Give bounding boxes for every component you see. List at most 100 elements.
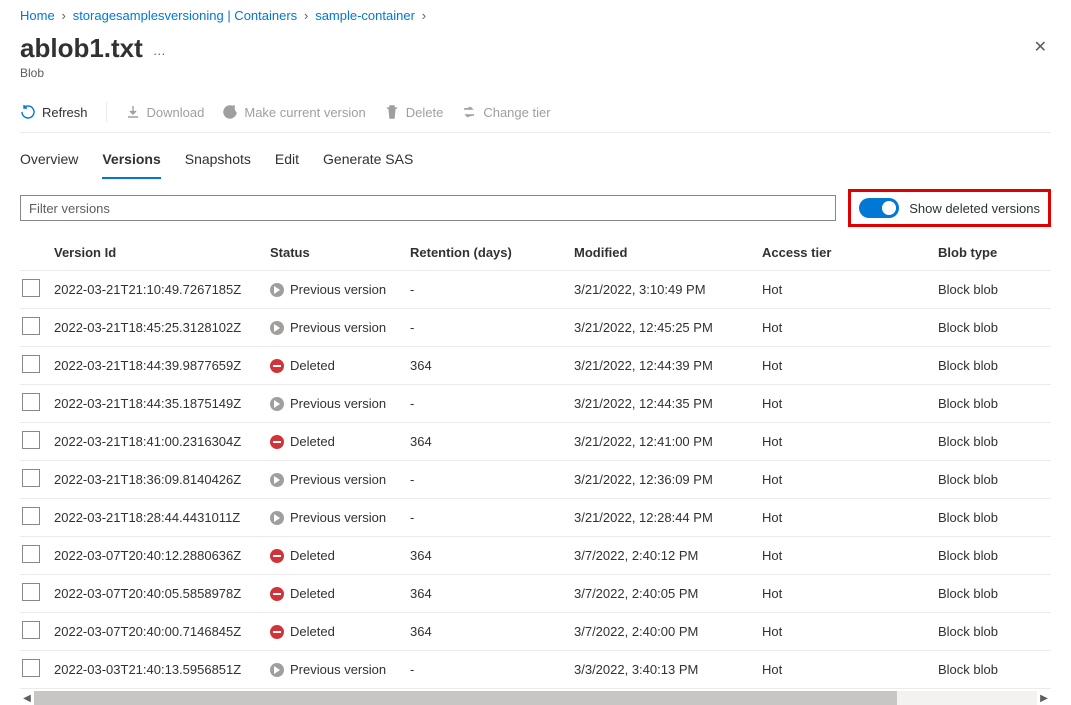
cell-modified: 3/21/2022, 12:28:44 PM bbox=[574, 499, 762, 537]
cell-status: Deleted bbox=[270, 537, 410, 575]
cell-modified: 3/21/2022, 3:10:49 PM bbox=[574, 271, 762, 309]
cell-blob-type: Block blob bbox=[938, 461, 1051, 499]
tab-edit[interactable]: Edit bbox=[275, 147, 299, 179]
previous-version-icon bbox=[270, 663, 284, 677]
cell-status: Deleted bbox=[270, 423, 410, 461]
previous-version-icon bbox=[270, 511, 284, 525]
cell-blob-type: Block blob bbox=[938, 423, 1051, 461]
table-row[interactable]: 2022-03-21T18:28:44.4431011ZPrevious ver… bbox=[20, 499, 1051, 537]
cell-version-id: 2022-03-21T18:41:00.2316304Z bbox=[54, 423, 270, 461]
col-access-tier[interactable]: Access tier bbox=[762, 235, 938, 271]
tab-snapshots[interactable]: Snapshots bbox=[185, 147, 251, 179]
more-icon[interactable]: … bbox=[153, 33, 167, 58]
col-version-id[interactable]: Version Id bbox=[54, 235, 270, 271]
breadcrumb-home[interactable]: Home bbox=[20, 8, 55, 23]
horizontal-scrollbar[interactable]: ◀ ▶ bbox=[20, 691, 1051, 705]
toolbar: Refresh Download Make current version De… bbox=[20, 94, 1051, 133]
row-checkbox[interactable] bbox=[22, 431, 40, 449]
table-row[interactable]: 2022-03-21T18:44:35.1875149ZPrevious ver… bbox=[20, 385, 1051, 423]
cell-retention: - bbox=[410, 309, 574, 347]
cell-access-tier: Hot bbox=[762, 423, 938, 461]
page-title: ablob1.txt bbox=[20, 33, 143, 64]
col-blob-type[interactable]: Blob type bbox=[938, 235, 1051, 271]
col-modified[interactable]: Modified bbox=[574, 235, 762, 271]
breadcrumb-storage[interactable]: storagesamplesversioning | Containers bbox=[73, 8, 298, 23]
cell-blob-type: Block blob bbox=[938, 499, 1051, 537]
cell-blob-type: Block blob bbox=[938, 271, 1051, 309]
deleted-icon bbox=[270, 625, 284, 639]
row-checkbox[interactable] bbox=[22, 621, 40, 639]
deleted-icon bbox=[270, 435, 284, 449]
cell-retention: - bbox=[410, 461, 574, 499]
show-deleted-highlight: Show deleted versions bbox=[848, 189, 1051, 227]
close-icon[interactable]: ✕ bbox=[1030, 33, 1051, 61]
row-checkbox[interactable] bbox=[22, 507, 40, 525]
toolbar-separator bbox=[106, 102, 107, 122]
cell-version-id: 2022-03-21T18:36:09.8140426Z bbox=[54, 461, 270, 499]
table-row[interactable]: 2022-03-21T18:36:09.8140426ZPrevious ver… bbox=[20, 461, 1051, 499]
make-current-icon bbox=[222, 104, 238, 120]
scroll-right-icon[interactable]: ▶ bbox=[1037, 693, 1051, 704]
row-checkbox[interactable] bbox=[22, 317, 40, 335]
chevron-right-icon: › bbox=[55, 8, 73, 23]
chevron-right-icon: › bbox=[415, 8, 433, 23]
download-icon bbox=[125, 104, 141, 120]
cell-access-tier: Hot bbox=[762, 461, 938, 499]
row-checkbox[interactable] bbox=[22, 583, 40, 601]
table-row[interactable]: 2022-03-21T18:44:39.9877659ZDeleted3643/… bbox=[20, 347, 1051, 385]
cell-access-tier: Hot bbox=[762, 651, 938, 689]
cell-modified: 3/21/2022, 12:44:39 PM bbox=[574, 347, 762, 385]
cell-modified: 3/21/2022, 12:36:09 PM bbox=[574, 461, 762, 499]
refresh-button[interactable]: Refresh bbox=[20, 104, 88, 120]
row-checkbox[interactable] bbox=[22, 469, 40, 487]
delete-label: Delete bbox=[406, 105, 444, 120]
breadcrumb-container[interactable]: sample-container bbox=[315, 8, 415, 23]
table-row[interactable]: 2022-03-21T18:45:25.3128102ZPrevious ver… bbox=[20, 309, 1051, 347]
delete-icon bbox=[384, 104, 400, 120]
col-checkbox bbox=[20, 235, 54, 271]
change-tier-label: Change tier bbox=[483, 105, 550, 120]
tab-overview[interactable]: Overview bbox=[20, 147, 78, 179]
change-tier-button: Change tier bbox=[461, 104, 550, 120]
row-checkbox[interactable] bbox=[22, 659, 40, 677]
refresh-label: Refresh bbox=[42, 105, 88, 120]
make-current-label: Make current version bbox=[244, 105, 365, 120]
tab-generate-sas[interactable]: Generate SAS bbox=[323, 147, 413, 179]
table-row[interactable]: 2022-03-21T18:41:00.2316304ZDeleted3643/… bbox=[20, 423, 1051, 461]
cell-modified: 3/21/2022, 12:45:25 PM bbox=[574, 309, 762, 347]
cell-access-tier: Hot bbox=[762, 309, 938, 347]
deleted-icon bbox=[270, 587, 284, 601]
refresh-icon bbox=[20, 104, 36, 120]
table-row[interactable]: 2022-03-03T21:40:13.5956851ZPrevious ver… bbox=[20, 651, 1051, 689]
cell-modified: 3/7/2022, 2:40:05 PM bbox=[574, 575, 762, 613]
col-status[interactable]: Status bbox=[270, 235, 410, 271]
filter-versions-input[interactable] bbox=[20, 195, 836, 221]
deleted-icon bbox=[270, 549, 284, 563]
cell-retention: 364 bbox=[410, 575, 574, 613]
row-checkbox[interactable] bbox=[22, 279, 40, 297]
scroll-left-icon[interactable]: ◀ bbox=[20, 693, 34, 704]
cell-retention: - bbox=[410, 385, 574, 423]
breadcrumb: Home › storagesamplesversioning | Contai… bbox=[20, 0, 1051, 27]
cell-status: Previous version bbox=[270, 651, 410, 689]
cell-blob-type: Block blob bbox=[938, 537, 1051, 575]
cell-blob-type: Block blob bbox=[938, 575, 1051, 613]
cell-retention: 364 bbox=[410, 537, 574, 575]
row-checkbox[interactable] bbox=[22, 545, 40, 563]
show-deleted-label: Show deleted versions bbox=[909, 201, 1040, 216]
table-row[interactable]: 2022-03-07T20:40:12.2880636ZDeleted3643/… bbox=[20, 537, 1051, 575]
tabs: Overview Versions Snapshots Edit Generat… bbox=[20, 133, 1051, 179]
cell-modified: 3/3/2022, 3:40:13 PM bbox=[574, 651, 762, 689]
change-tier-icon bbox=[461, 104, 477, 120]
cell-version-id: 2022-03-07T20:40:12.2880636Z bbox=[54, 537, 270, 575]
row-checkbox[interactable] bbox=[22, 355, 40, 373]
resource-type: Blob bbox=[20, 66, 1051, 94]
table-row[interactable]: 2022-03-21T21:10:49.7267185ZPrevious ver… bbox=[20, 271, 1051, 309]
tab-versions[interactable]: Versions bbox=[102, 147, 160, 179]
table-row[interactable]: 2022-03-07T20:40:05.5858978ZDeleted3643/… bbox=[20, 575, 1051, 613]
show-deleted-toggle[interactable] bbox=[859, 198, 899, 218]
cell-access-tier: Hot bbox=[762, 499, 938, 537]
col-retention[interactable]: Retention (days) bbox=[410, 235, 574, 271]
row-checkbox[interactable] bbox=[22, 393, 40, 411]
previous-version-icon bbox=[270, 397, 284, 411]
